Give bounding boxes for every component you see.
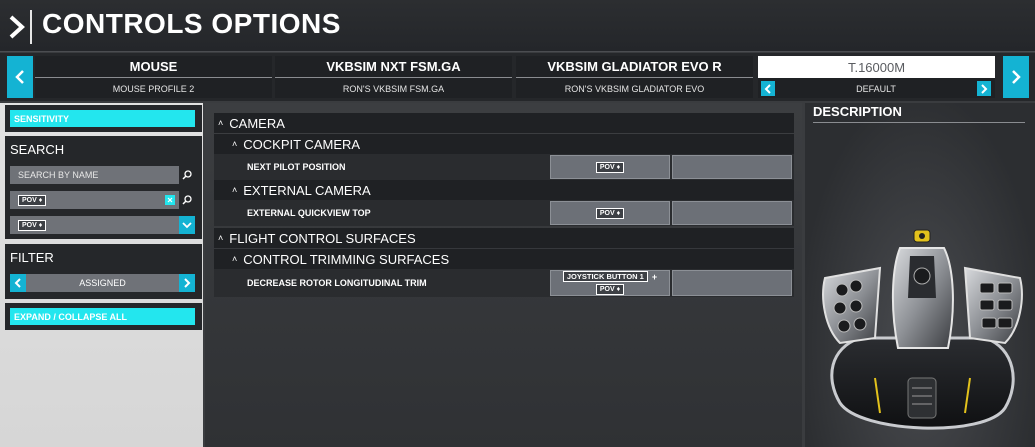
joystick-button-tag: JOYSTICK BUTTON 1	[562, 271, 648, 282]
sensitivity-box: SENSITIVITY	[5, 105, 202, 132]
device-name: MOUSE	[35, 56, 272, 78]
primary-binding-slot[interactable]: JOYSTICK BUTTON 1 + POV ♦	[550, 270, 670, 296]
binding-label: EXTERNAL QUICKVIEW TOP	[247, 208, 371, 218]
chevron-left-icon	[15, 70, 24, 84]
search-title: SEARCH	[10, 142, 65, 157]
description-title: DESCRIPTION	[813, 104, 902, 119]
device-tab-vkbsim-gladiator[interactable]: VKBSIM GLADIATOR EVO R RON'S VKBSIM GLAD…	[516, 56, 753, 98]
category-label: FLIGHT CONTROL SURFACES	[229, 230, 416, 246]
search-box: SEARCH SEARCH BY NAME POV ♦ POV ♦	[5, 136, 202, 239]
filter-prev-button[interactable]	[10, 274, 26, 292]
binding-combo: JOYSTICK BUTTON 1 +	[562, 271, 658, 282]
chevron-right-icon	[9, 15, 25, 39]
device-profile[interactable]: RON'S VKBSIM FSM.GA	[275, 79, 512, 98]
category-label: CAMERA	[229, 115, 285, 131]
chevron-up-icon: ˄	[232, 254, 238, 264]
device-tab-mouse[interactable]: MOUSE MOUSE PROFILE 2	[35, 56, 272, 98]
pov-tag: POV ♦	[18, 219, 47, 231]
device-tab-vkbsim-fsm[interactable]: VKBSIM NXT FSM.GA RON'S VKBSIM FSM.GA	[275, 56, 512, 98]
binding-label: NEXT PILOT POSITION	[247, 162, 346, 172]
input-selector-field[interactable]: POV ♦	[10, 216, 179, 234]
clear-icon[interactable]	[165, 195, 175, 205]
primary-binding-slot[interactable]: POV ♦	[550, 155, 670, 179]
device-name: VKBSIM GLADIATOR EVO R	[516, 56, 753, 78]
category-flight-control-surfaces[interactable]: ˄ FLIGHT CONTROL SURFACES	[214, 228, 794, 248]
secondary-binding-slot[interactable]	[672, 270, 792, 296]
chevron-up-icon: ˄	[218, 233, 224, 243]
pov-tag: POV ♦	[595, 284, 625, 295]
pov-tag: POV ♦	[18, 194, 47, 206]
page-title: CONTROLS OPTIONS	[42, 8, 341, 39]
filter-next-button[interactable]	[179, 274, 195, 292]
chevron-down-icon	[182, 222, 192, 229]
device-tab-t16000m[interactable]: T.16000M DEFAULT	[758, 56, 995, 98]
throttle-device-image	[822, 229, 1023, 430]
sensitivity-button[interactable]: SENSITIVITY	[10, 110, 195, 127]
chevron-up-icon: ˄	[232, 139, 238, 149]
chevron-right-icon	[184, 278, 191, 288]
bindings-panel: ˄ CAMERA ˄ COCKPIT CAMERA NEXT PILOT POS…	[205, 103, 802, 447]
primary-binding-slot[interactable]: POV ♦	[550, 201, 670, 225]
expand-box: EXPAND / COLLAPSE ALL	[5, 303, 202, 330]
device-profile[interactable]: RON'S VKBSIM GLADIATOR EVO	[516, 79, 753, 98]
subcategory-label: COCKPIT CAMERA	[243, 136, 361, 152]
filter-title: FILTER	[10, 250, 54, 265]
subcategory-control-trimming-surfaces[interactable]: ˄ CONTROL TRIMMING SURFACES	[214, 249, 794, 269]
subcategory-external-camera[interactable]: ˄ EXTERNAL CAMERA	[214, 180, 794, 200]
header-bar: CONTROLS OPTIONS	[0, 0, 1035, 52]
binding-label: DECREASE ROTOR LONGITUDINAL TRIM	[247, 278, 427, 288]
chevron-left-icon	[14, 278, 21, 288]
next-device-button[interactable]	[1003, 56, 1029, 98]
subcategory-label: CONTROL TRIMMING SURFACES	[243, 251, 450, 267]
description-panel: DESCRIPTION	[805, 103, 1035, 447]
device-bar: MOUSE MOUSE PROFILE 2 VKBSIM NXT FSM.GA …	[0, 53, 1035, 101]
device-name: T.16000M	[758, 56, 995, 78]
next-profile-button[interactable]	[977, 81, 991, 96]
subcategory-label: EXTERNAL CAMERA	[243, 182, 371, 198]
plus-separator: +	[651, 271, 658, 282]
pov-tag: POV ♦	[595, 207, 625, 219]
left-panel: SENSITIVITY SEARCH SEARCH BY NAME POV ♦ …	[0, 103, 203, 447]
dropdown-button[interactable]	[179, 216, 195, 234]
secondary-binding-slot[interactable]	[672, 155, 792, 179]
previous-profile-button[interactable]	[761, 81, 775, 96]
chevron-right-icon	[981, 83, 988, 94]
subcategory-cockpit-camera[interactable]: ˄ COCKPIT CAMERA	[214, 134, 794, 154]
chevron-up-icon: ˄	[218, 118, 224, 128]
divider	[813, 122, 1025, 123]
secondary-binding-slot[interactable]	[672, 201, 792, 225]
device-profile: DEFAULT	[856, 83, 896, 94]
search-input[interactable]: SEARCH BY NAME	[10, 166, 179, 184]
expand-collapse-all-button[interactable]: EXPAND / COLLAPSE ALL	[10, 308, 195, 325]
search-by-input-field[interactable]: POV ♦	[10, 191, 179, 209]
chevron-up-icon: ˄	[232, 185, 238, 195]
device-name: VKBSIM NXT FSM.GA	[275, 56, 512, 78]
pov-tag: POV ♦	[595, 161, 625, 173]
device-profile[interactable]: MOUSE PROFILE 2	[35, 79, 272, 98]
search-icon[interactable]	[179, 166, 195, 184]
back-button[interactable]	[4, 10, 32, 44]
search-icon[interactable]	[179, 191, 195, 209]
previous-device-button[interactable]	[7, 56, 33, 98]
chevron-left-icon	[764, 83, 771, 94]
filter-value: ASSIGNED	[79, 278, 126, 288]
category-camera[interactable]: ˄ CAMERA	[214, 113, 794, 133]
chevron-right-icon	[1012, 70, 1021, 84]
filter-selector: ASSIGNED	[10, 274, 195, 292]
filter-box: FILTER ASSIGNED	[5, 244, 202, 299]
